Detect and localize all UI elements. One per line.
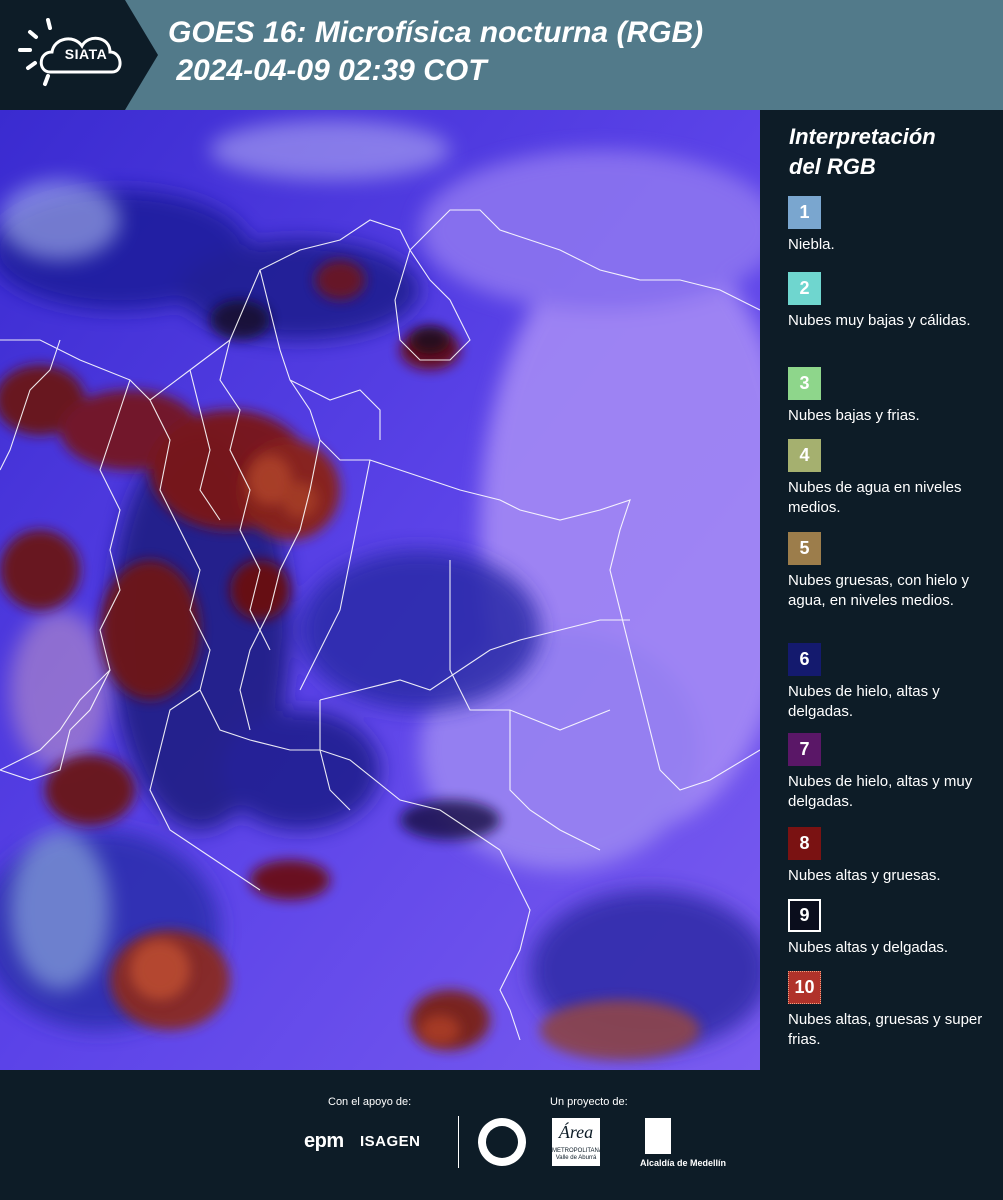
legend-label-8: Nubes altas y gruesas.: [788, 867, 941, 884]
legend-swatch-8: 8: [788, 827, 821, 860]
seal-logo: [478, 1118, 526, 1166]
legend-label-1: Niebla.: [788, 236, 835, 253]
legend-label-2: Nubes muy bajas y cálidas.: [788, 312, 971, 329]
legend-label-3: Nubes bajas y frias.: [788, 407, 920, 424]
legend-swatch-1: 1: [788, 196, 821, 229]
legend-label-7: Nubes de hielo, altas y muy delgadas.: [788, 773, 973, 810]
support-label: Con el apoyo de:: [328, 1096, 412, 1108]
legend-item-7: 7 Nubes de hielo, altas y muy delgadas.: [788, 733, 993, 812]
legend-swatch-3: 3: [788, 367, 821, 400]
legend-swatch-5: 5: [788, 532, 821, 565]
epm-logo: epm: [304, 1130, 344, 1152]
area-metropolitana-logo: Área METROPOLITANA Valle de Aburrá: [552, 1118, 603, 1166]
legend-label-9: Nubes altas y delgadas.: [788, 939, 949, 956]
siata-logo-text: SIATA: [64, 46, 108, 62]
area-logo-title: Área: [558, 1122, 594, 1142]
legend-swatch-4: 4: [788, 439, 821, 472]
legend-label-6: Nubes de hielo, altas y delgadas.: [788, 683, 940, 720]
legend-swatch-2: 2: [788, 272, 821, 305]
legend-item-10: 10 Nubes altas, gruesas y super frias.: [788, 971, 993, 1050]
legend-item-6: 6 Nubes de hielo, altas y delgadas.: [788, 643, 993, 722]
siata-logo: SIATA: [0, 0, 158, 110]
satellite-image: [0, 110, 760, 1070]
alcaldia-logo-text: Alcaldía de Medellín: [640, 1158, 727, 1168]
area-logo-subtitle: METROPOLITANA Valle de Aburrá: [552, 1148, 603, 1161]
legend-swatch-6: 6: [788, 643, 821, 676]
legend-label-4: Nubes de agua en niveles medios.: [788, 479, 962, 516]
legend-item-4: 4 Nubes de agua en niveles medios.: [788, 439, 993, 518]
legend-item-9: 9 Nubes altas y delgadas.: [788, 899, 993, 958]
footer: Con el apoyo de: Un proyecto de: epm ISA…: [0, 1070, 1003, 1200]
project-label: Un proyecto de:: [550, 1096, 628, 1108]
legend-panel: Interpretación del RGB 1 Niebla. 2 Nubes…: [760, 110, 1003, 1070]
footer-divider: [458, 1116, 459, 1168]
legend-title: Interpretación del RGB: [789, 124, 936, 179]
legend-item-5: 5 Nubes gruesas, con hielo y agua, en ni…: [788, 532, 993, 611]
legend-label-10: Nubes altas, gruesas y super frias.: [788, 1011, 983, 1048]
legend-label-5: Nubes gruesas, con hielo y agua, en nive…: [788, 572, 969, 609]
legend-item-8: 8 Nubes altas y gruesas.: [788, 827, 993, 886]
legend-item-1: 1 Niebla.: [788, 196, 993, 255]
legend-swatch-10: 10: [788, 971, 821, 1004]
header-bar: SIATA GOES 16: Microfísica nocturna (RGB…: [0, 0, 1003, 110]
alcaldia-shield-icon: [645, 1118, 671, 1154]
isagen-logo: ISAGEN: [360, 1133, 421, 1150]
legend-item-3: 3 Nubes bajas y frias.: [788, 367, 993, 426]
legend-item-2: 2 Nubes muy bajas y cálidas.: [788, 272, 993, 331]
legend-swatch-7: 7: [788, 733, 821, 766]
legend-swatch-9: 9: [788, 899, 821, 932]
page-title: GOES 16: Microfísica nocturna (RGB) 2024…: [168, 16, 704, 87]
